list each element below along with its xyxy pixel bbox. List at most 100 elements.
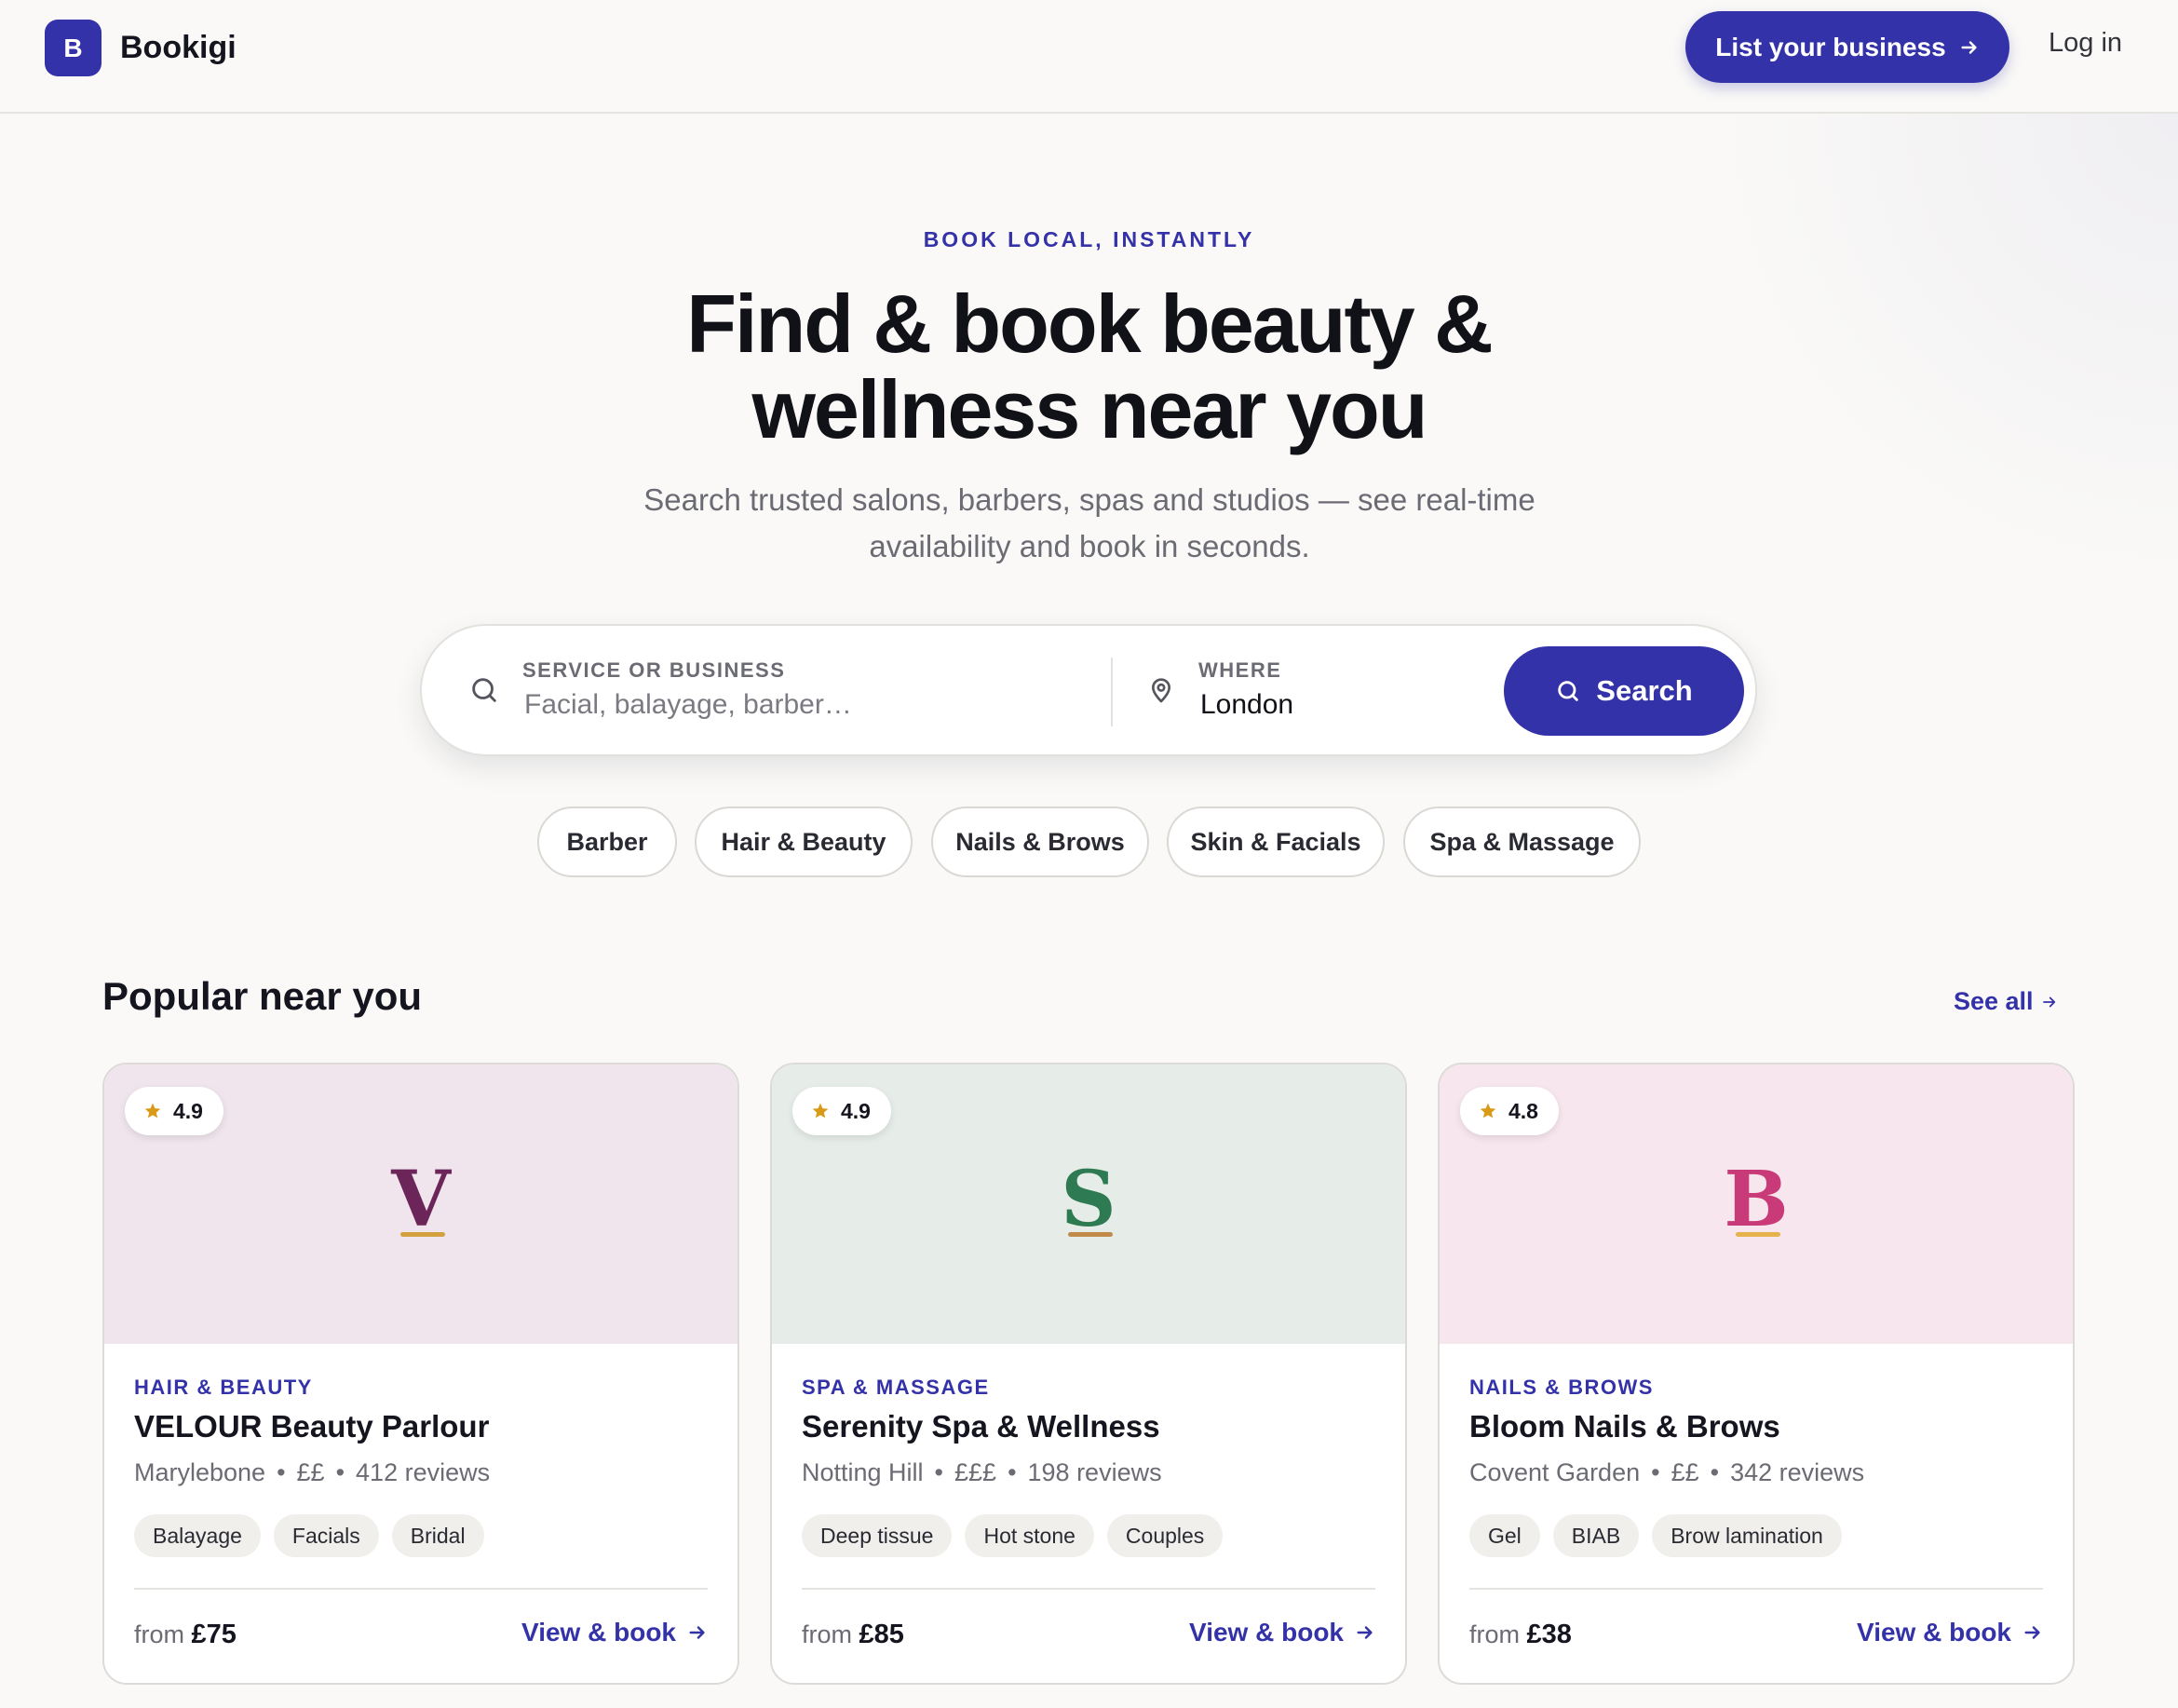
card-body: NAILS & BROWS Bloom Nails & Brows Covent… — [1469, 1344, 2043, 1683]
starting-price: from £85 — [802, 1620, 904, 1650]
arrow-right-icon — [1961, 40, 1977, 54]
card-body: SPA & MASSAGE Serenity Spa & Wellness No… — [802, 1344, 1375, 1683]
rating-value: 4.8 — [1508, 1098, 1538, 1123]
arrow-right-icon — [2042, 996, 2055, 1007]
business-reviews[interactable]: 342 reviews — [1730, 1458, 1864, 1486]
business-reviews[interactable]: 412 reviews — [356, 1458, 490, 1486]
view-and-book-link[interactable]: View & book — [1189, 1618, 1375, 1647]
service-tag: Brow lamination — [1652, 1514, 1842, 1557]
business-category: HAIR & BEAUTY — [134, 1376, 313, 1399]
monogram-underline — [1736, 1232, 1780, 1237]
rating-value: 4.9 — [841, 1098, 871, 1123]
arrow-right-icon — [689, 1626, 705, 1639]
view-and-book-label: View & book — [521, 1618, 676, 1647]
login-link[interactable]: Log in — [2049, 28, 2122, 59]
category-chip-skin-facials[interactable]: Skin & Facials — [1167, 807, 1385, 877]
service-tags: Balayage Facials Bridal — [134, 1514, 484, 1557]
rating-badge: 4.9 — [125, 1087, 223, 1135]
star-icon — [144, 1103, 161, 1118]
view-and-book-label: View & book — [1857, 1618, 2011, 1647]
service-search-input[interactable] — [524, 689, 1083, 721]
business-category: NAILS & BROWS — [1469, 1376, 1654, 1399]
search-button-label: Search — [1596, 674, 1693, 707]
brand[interactable]: B Bookigi — [45, 20, 237, 76]
top-navigation: B Bookigi List your business Log in — [0, 0, 2178, 114]
service-tag: Bridal — [391, 1514, 484, 1557]
business-price-level: ££ — [296, 1458, 325, 1486]
starting-price: from £75 — [134, 1620, 237, 1650]
business-meta: Marylebone • ££ • 412 reviews — [134, 1458, 491, 1486]
category-chip-barber[interactable]: Barber — [537, 807, 677, 877]
business-meta: Notting Hill • £££ • 198 reviews — [802, 1458, 1162, 1486]
service-tag: Hot stone — [965, 1514, 1094, 1557]
star-icon — [1480, 1103, 1496, 1118]
price-prefix: from — [802, 1620, 852, 1648]
card-hero: 4.9 V — [104, 1064, 737, 1344]
view-and-book-link[interactable]: View & book — [1857, 1618, 2043, 1647]
list-business-label: List your business — [1715, 32, 1946, 61]
see-all-link[interactable]: See all — [1954, 987, 2058, 1016]
rating-badge: 4.8 — [1460, 1087, 1559, 1135]
view-and-book-link[interactable]: View & book — [521, 1618, 708, 1647]
business-card[interactable]: 4.8 B NAILS & BROWS Bloom Nails & Brows … — [1438, 1063, 2075, 1685]
card-divider — [802, 1588, 1375, 1590]
service-tag: BIAB — [1552, 1514, 1640, 1557]
arrow-right-icon — [2024, 1626, 2040, 1639]
card-divider — [134, 1588, 708, 1590]
monogram-underline — [1068, 1232, 1113, 1237]
monogram-underline — [400, 1232, 445, 1237]
search-divider — [1111, 657, 1113, 726]
search-icon — [472, 678, 496, 702]
price-value: £85 — [859, 1620, 904, 1649]
card-divider — [1469, 1588, 2043, 1590]
hero-eyebrow: BOOK LOCAL, INSTANTLY — [923, 227, 1255, 251]
business-card[interactable]: 4.9 V HAIR & BEAUTY VELOUR Beauty Parlou… — [102, 1063, 739, 1685]
service-tags: Deep tissue Hot stone Couples — [802, 1514, 1224, 1557]
business-area: Covent Garden — [1469, 1458, 1641, 1486]
see-all-label: See all — [1954, 987, 2034, 1015]
price-prefix: from — [1469, 1620, 1520, 1648]
list-business-button[interactable]: List your business — [1685, 11, 2009, 83]
arrow-right-icon — [1357, 1626, 1373, 1639]
service-tag: Deep tissue — [802, 1514, 953, 1557]
service-tags: Gel BIAB Brow lamination — [1469, 1514, 1842, 1557]
hero-headline: Find & book beauty & wellness near you — [0, 281, 2178, 453]
business-area: Notting Hill — [802, 1458, 924, 1486]
popular-section-title: Popular near you — [102, 974, 423, 1018]
business-name[interactable]: VELOUR Beauty Parlour — [134, 1409, 489, 1444]
business-name[interactable]: Serenity Spa & Wellness — [802, 1409, 1160, 1444]
view-and-book-label: View & book — [1189, 1618, 1344, 1647]
price-value: £75 — [191, 1620, 237, 1649]
category-chip-nails-brows[interactable]: Nails & Brows — [931, 807, 1149, 877]
search-bar: SERVICE OR BUSINESS WHERE Search — [420, 624, 1757, 756]
star-icon — [812, 1103, 829, 1118]
price-value: £38 — [1526, 1620, 1572, 1649]
category-chip-hair-beauty[interactable]: Hair & Beauty — [695, 807, 913, 877]
business-name[interactable]: Bloom Nails & Brows — [1469, 1409, 1780, 1444]
business-price-level: ££ — [1671, 1458, 1699, 1486]
where-input[interactable] — [1200, 689, 1480, 721]
price-prefix: from — [134, 1620, 184, 1648]
business-monogram: S — [1061, 1155, 1116, 1244]
service-tag: Gel — [1469, 1514, 1540, 1557]
hero-headline-line-1: Find & book beauty & — [686, 278, 1493, 370]
hero-subtitle: Search trusted salons, barbers, spas and… — [643, 482, 1535, 563]
business-price-level: £££ — [954, 1458, 997, 1486]
where-field-label: WHERE — [1198, 658, 1282, 682]
starting-price: from £38 — [1469, 1620, 1572, 1650]
business-area: Marylebone — [134, 1458, 266, 1486]
business-category: SPA & MASSAGE — [802, 1376, 990, 1399]
card-hero: 4.9 S — [772, 1064, 1405, 1344]
business-monogram: B — [1724, 1155, 1789, 1244]
business-monogram: V — [391, 1155, 451, 1244]
service-tag: Balayage — [134, 1514, 261, 1557]
brand-logo: B — [45, 20, 101, 76]
category-chip-spa-massage[interactable]: Spa & Massage — [1403, 807, 1641, 877]
location-pin-icon — [1152, 678, 1170, 703]
business-card[interactable]: 4.9 S SPA & MASSAGE Serenity Spa & Welln… — [770, 1063, 1407, 1685]
service-tag: Couples — [1106, 1514, 1224, 1557]
card-body: HAIR & BEAUTY VELOUR Beauty Parlour Mary… — [134, 1344, 708, 1683]
business-reviews[interactable]: 198 reviews — [1028, 1458, 1162, 1486]
search-button[interactable]: Search — [1504, 646, 1744, 736]
rating-badge: 4.9 — [792, 1087, 891, 1135]
